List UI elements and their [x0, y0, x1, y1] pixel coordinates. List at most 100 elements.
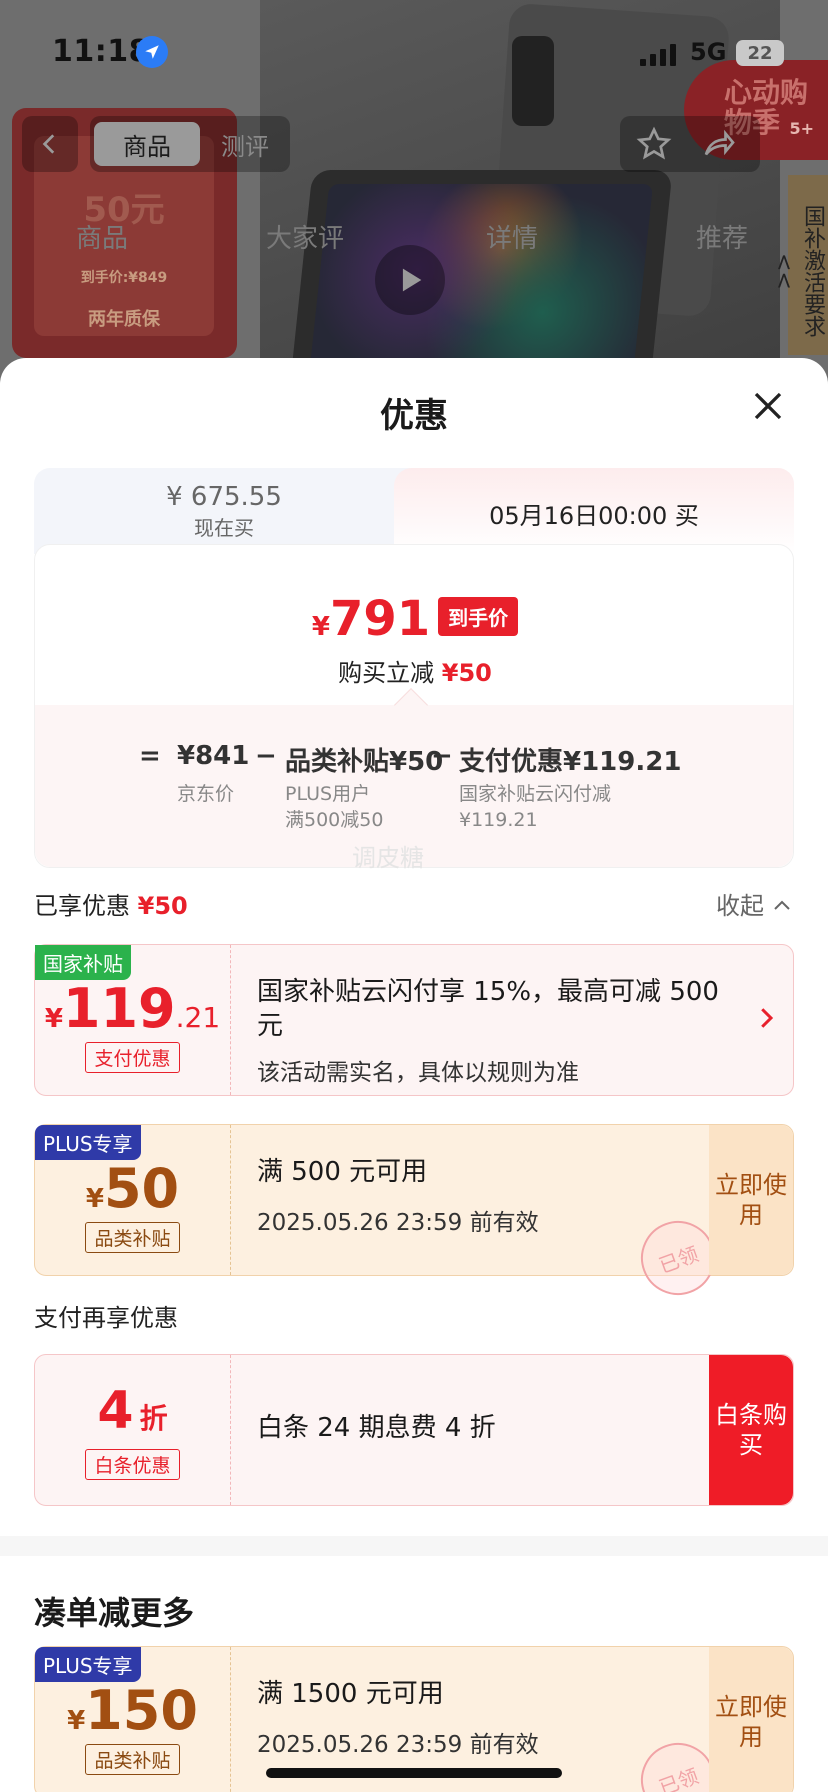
payment-discount-detail: 国家补贴云闪付减 ¥119.21 — [459, 781, 611, 833]
coupon-amount: ¥150 — [35, 1679, 230, 1742]
promo-price: 到手价:¥849 — [80, 270, 168, 286]
network-label: 5G — [690, 38, 727, 66]
hand-price-currency: ¥ — [311, 612, 330, 642]
baitiao-discount-value: 4 — [97, 1381, 134, 1441]
coupon-amount-value: 119 — [62, 977, 176, 1040]
price-breakdown: ¥791 到手价 购买立减 ¥50 = ¥841 − 品类补贴¥50 − 支付优惠… — [34, 544, 794, 868]
payment-discount: 支付优惠¥119.21 — [459, 747, 682, 777]
formula-equals: = — [139, 741, 161, 771]
payment-discount-amount: ¥119.21 — [459, 809, 538, 831]
coupon-title: 国家补贴云闪付享 15%，最高可减 500 元 — [257, 977, 719, 1041]
sub-tab-product[interactable]: 商品 — [76, 218, 128, 255]
coupon-badge: 国家补贴 — [35, 945, 131, 980]
coupon-text: 满 500 元可用 2025.05.26 23:59 前有效 — [257, 1125, 637, 1275]
payment-discount-desc: 国家补贴云闪付减 — [459, 783, 612, 805]
pay-more-label: 支付再享优惠 — [34, 1304, 178, 1332]
coupon-amount-value: 150 — [85, 1679, 198, 1742]
promo-guarantee: 两年质保 — [88, 309, 160, 330]
coupon-amount-block: PLUS专享 ¥150 品类补贴 — [35, 1647, 231, 1792]
hand-price-value: 791 — [329, 591, 431, 647]
nav-tabs: 商品 测评 — [90, 116, 290, 172]
enjoyed-value: ¥50 — [137, 892, 188, 920]
formula-minus-1: − — [255, 741, 277, 771]
coupon-amount-decimal: .21 — [175, 1001, 221, 1034]
chevron-up-icon — [773, 900, 790, 910]
price-compare-card: ¥ 675.55 现在买 05月16日00:00 买 ¥791 到手价 购买立减 … — [34, 468, 794, 868]
battery-icon: 22 — [736, 40, 784, 66]
hand-price: ¥791 到手价 — [35, 591, 795, 647]
coupon-amount-block: 国家补贴 ¥119.21 支付优惠 — [35, 945, 231, 1095]
hand-price-tag: 到手价 — [438, 597, 519, 636]
tab-review[interactable]: 测评 — [210, 122, 280, 166]
category-subsidy-user: PLUS用户 — [285, 783, 371, 805]
coupon-amount: ¥119.21 — [35, 977, 230, 1040]
signal-icon — [640, 44, 676, 66]
favorite-star-icon[interactable] — [636, 126, 672, 162]
section-divider — [0, 1536, 828, 1556]
back-button[interactable] — [22, 116, 78, 172]
collapse-label: 收起 — [716, 892, 764, 920]
coupon-expiry: 2025.05.26 23:59 前有效 — [257, 1732, 539, 1758]
category-subsidy-rule: 满500减50 — [285, 809, 384, 831]
plus-coupon-50[interactable]: PLUS专享 ¥50 品类补贴 满 500 元可用 2025.05.26 23:… — [34, 1124, 794, 1306]
chevron-left-icon — [42, 134, 55, 154]
coupon-currency: ¥ — [44, 1004, 63, 1034]
play-icon — [402, 268, 422, 292]
sub-tab-details[interactable]: 详情 — [486, 218, 538, 255]
plus-badge: PLUS专享 — [35, 1647, 141, 1682]
location-icon — [136, 36, 168, 68]
jd-price-label: 京东价 — [177, 783, 235, 805]
more-discounts-title: 凑单减更多 — [34, 1594, 195, 1632]
discount-sheet: 优惠 ¥ 675.55 现在买 05月16日00:00 买 ¥791 到手价 购买… — [0, 358, 828, 1792]
coupon-kind: 支付优惠 — [85, 1042, 180, 1073]
subsidy-side-banner[interactable]: 国补激活要求<< — [771, 175, 828, 355]
instant-reduction: 购买立减 ¥50 — [35, 653, 795, 688]
chevron-right-icon — [761, 1008, 774, 1028]
reduce-label: 购买立减 — [338, 659, 435, 687]
now-price: ¥ 675.55 — [166, 482, 282, 512]
category-subsidy-detail: PLUS用户 满500减50 — [285, 781, 383, 833]
enjoyed-discount: 已享优惠 ¥50 — [34, 886, 188, 921]
baitiao-buy-button[interactable]: 白条购买 — [709, 1355, 793, 1505]
baitiao-title: 白条 24 期息费 4 折 — [257, 1413, 496, 1443]
plus-badge: PLUS专享 — [35, 1125, 141, 1160]
use-now-button[interactable]: 立即使用 — [709, 1125, 793, 1275]
coupon-currency: ¥ — [85, 1184, 104, 1214]
coupon-currency: ¥ — [67, 1706, 86, 1736]
collapse-button[interactable]: 收起 — [716, 886, 792, 921]
reduce-value: ¥50 — [441, 659, 492, 687]
coupon-amount-value: 50 — [103, 1157, 180, 1220]
coupon-kind: 品类补贴 — [85, 1744, 180, 1775]
sub-tab-reviews[interactable]: 大家评 — [266, 218, 344, 255]
coupon-text: 白条 24 期息费 4 折 — [257, 1355, 637, 1505]
national-subsidy-coupon[interactable]: 国家补贴 ¥119.21 支付优惠 国家补贴云闪付享 15%，最高可减 500 … — [34, 944, 794, 1096]
sub-tab-recommend[interactable]: 推荐 — [696, 218, 748, 255]
watermark: 调皮糖 — [352, 844, 424, 872]
now-label: 现在买 — [194, 516, 254, 540]
close-icon[interactable] — [750, 388, 786, 424]
status-bar: 11:18 5G 22 — [0, 0, 828, 100]
coupon-kind: 品类补贴 — [85, 1222, 180, 1253]
baitiao-coupon[interactable]: 4折 白条优惠 白条 24 期息费 4 折 白条购买 — [34, 1354, 794, 1506]
buy-later-tab[interactable]: 05月16日00:00 买 — [394, 468, 794, 554]
sheet-title: 优惠 — [380, 396, 448, 436]
heart-badge-count: 5+ — [789, 119, 814, 138]
buy-now-tab[interactable]: ¥ 675.55 现在买 — [34, 468, 414, 554]
play-video-button[interactable] — [375, 245, 445, 315]
enjoyed-label: 已享优惠 — [34, 892, 130, 920]
coupon-amount: ¥50 — [35, 1157, 230, 1220]
coupon-expiry: 2025.05.26 23:59 前有效 — [257, 1210, 539, 1236]
use-now-button[interactable]: 立即使用 — [709, 1647, 793, 1792]
tab-product[interactable]: 商品 — [94, 122, 200, 166]
formula-minus-2: − — [431, 741, 453, 771]
coupon-text: 国家补贴云闪付享 15%，最高可减 500 元 该活动需实名，具体以规则为准 — [257, 945, 727, 1095]
home-indicator[interactable] — [266, 1768, 562, 1778]
category-subsidy: 品类补贴¥50 — [285, 747, 444, 777]
coupon-note: 该活动需实名，具体以规则为准 — [257, 1060, 579, 1086]
coupon-amount-block: 4折 白条优惠 — [35, 1355, 231, 1505]
coupon-kind: 白条优惠 — [85, 1449, 180, 1480]
coupon-amount-block: PLUS专享 ¥50 品类补贴 — [35, 1125, 231, 1275]
jd-price: ¥841 — [177, 741, 250, 771]
share-icon[interactable] — [700, 126, 736, 162]
coupon-condition: 满 1500 元可用 — [257, 1679, 444, 1709]
